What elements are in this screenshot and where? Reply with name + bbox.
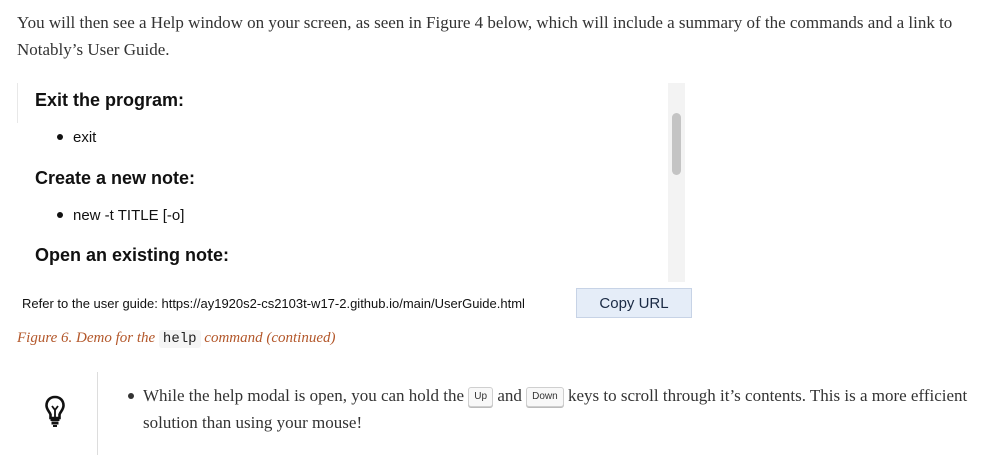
tip-divider xyxy=(97,372,98,455)
caption-suffix: command (continued) xyxy=(204,330,336,346)
bullet-icon xyxy=(128,393,134,399)
scrollbar[interactable] xyxy=(668,83,685,282)
help-window-screenshot: Exit the program: exit Create a new note… xyxy=(17,83,685,282)
caption-code: help xyxy=(158,330,201,348)
key-up: Up xyxy=(468,387,494,407)
left-border xyxy=(17,83,18,123)
user-guide-text: Refer to the user guide: https://ay1920s… xyxy=(22,296,525,311)
tip-text-before: While the help modal is open, you can ho… xyxy=(143,386,465,405)
scrollbar-thumb[interactable] xyxy=(672,113,681,175)
tip-admonition: While the help modal is open, you can ho… xyxy=(0,372,1000,455)
bullet-icon xyxy=(57,134,63,141)
command-text: exit xyxy=(73,129,97,146)
tip-text-between: and xyxy=(497,386,522,405)
key-down: Down xyxy=(526,387,564,407)
copy-url-button[interactable]: Copy URL xyxy=(576,288,692,318)
caption-prefix: Figure 6. Demo for the xyxy=(17,330,156,346)
tip-content: While the help modal is open, you can ho… xyxy=(124,382,974,436)
lightbulb-icon xyxy=(45,395,65,427)
command-item-new: new -t TITLE [-o] xyxy=(57,206,184,226)
figure-caption: Figure 6. Demo for the help command (con… xyxy=(17,330,336,348)
intro-paragraph: You will then see a Help window on your … xyxy=(17,13,953,59)
section-heading-open: Open an existing note: xyxy=(35,245,230,265)
command-item-exit: exit xyxy=(57,128,96,148)
section-heading-new: Create a new note: xyxy=(35,168,196,188)
tip-paragraph: While the help modal is open, you can ho… xyxy=(143,382,974,436)
command-text: new -t TITLE [-o] xyxy=(73,207,185,224)
section-heading-exit: Exit the program: xyxy=(35,90,185,110)
bullet-icon xyxy=(57,212,63,219)
